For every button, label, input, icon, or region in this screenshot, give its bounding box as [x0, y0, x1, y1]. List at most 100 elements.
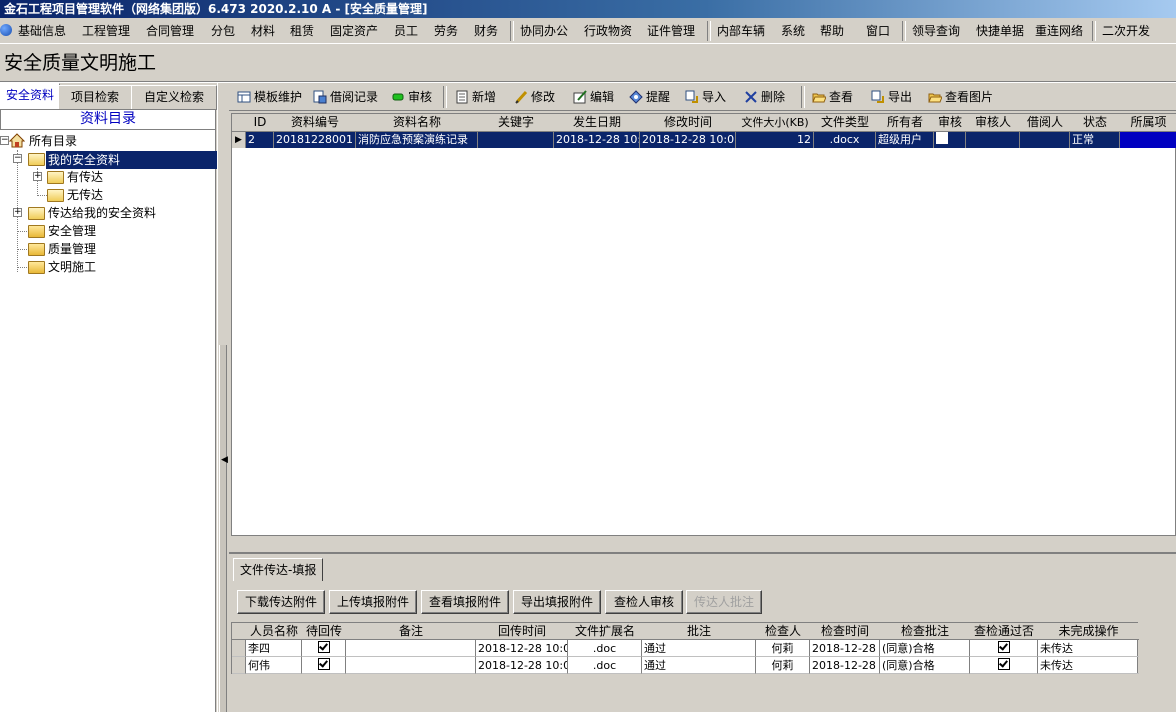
column-header[interactable]: 关键字 [478, 114, 555, 132]
tree-node-quality-mgmt[interactable]: 质量管理 [48, 240, 96, 258]
column-header[interactable]: 状态 [1070, 114, 1121, 132]
remind-button[interactable]: 提醒 [629, 87, 670, 107]
cell-code[interactable]: 20181228001 [274, 132, 356, 148]
add-button[interactable]: 新增 [455, 87, 496, 107]
column-header[interactable]: 检查时间 [810, 623, 881, 640]
menu-labor[interactable]: 劳务 [434, 18, 458, 44]
menu-admin-supplies[interactable]: 行政物资 [584, 18, 632, 44]
cell-check-time[interactable]: 2018-12-28 [810, 657, 880, 674]
export-button[interactable]: 导出 [871, 87, 912, 107]
cell-auditor[interactable] [966, 132, 1020, 148]
cell-date[interactable]: 2018-12-28 10: [554, 132, 640, 148]
cell-checker[interactable]: 何莉 [756, 657, 810, 674]
cell-status[interactable]: 正常 [1070, 132, 1120, 148]
menu-basic-info[interactable]: 基础信息 [18, 18, 66, 44]
cell-return-time[interactable]: 2018-12-28 10:0 [476, 640, 568, 657]
tree-node-forwarded[interactable]: 有传达 [67, 168, 103, 186]
pending-checkbox[interactable] [317, 641, 330, 653]
view-report-button[interactable]: 查看填报附件 [421, 590, 509, 614]
tree-node-all[interactable]: 所有目录 [29, 132, 77, 150]
cell-borrower[interactable] [1020, 132, 1070, 148]
tree-node-forwarded-to-me[interactable]: 传达给我的安全资料 [48, 204, 156, 222]
template-maintain-button[interactable]: 模板维护 [237, 87, 302, 107]
column-header[interactable]: 备注 [346, 623, 477, 640]
import-button[interactable]: 导入 [685, 87, 726, 107]
passed-checkbox[interactable] [997, 658, 1010, 670]
cell-person[interactable]: 李四 [246, 640, 302, 657]
column-header[interactable]: 审核人 [966, 114, 1021, 132]
cell-pending[interactable] [302, 640, 346, 657]
splitter-handle[interactable] [219, 345, 227, 712]
menu-fixed-assets[interactable]: 固定资产 [330, 18, 378, 44]
view-images-button[interactable]: 查看图片 [928, 87, 993, 107]
cell-ext[interactable]: .doc [568, 657, 642, 674]
collapse-arrow-icon[interactable]: ◀ [221, 455, 228, 465]
column-header[interactable]: 文件大小(KB) [736, 114, 815, 132]
cell-size[interactable]: 12 [736, 132, 814, 148]
cell-note[interactable] [346, 640, 476, 657]
column-header[interactable]: 检查批注 [880, 623, 971, 640]
audit-checkbox[interactable] [936, 132, 948, 144]
cell-keyword[interactable] [478, 132, 554, 148]
column-header[interactable]: 人员名称 [246, 623, 303, 640]
menu-material[interactable]: 材料 [251, 18, 275, 44]
tab-project-search[interactable]: 项目检索 [58, 85, 132, 110]
menu-system[interactable]: 系统 [781, 18, 805, 44]
cell-ext[interactable]: .doc [568, 640, 642, 657]
tab-safety-docs[interactable]: 安全资料 [0, 83, 60, 110]
cell-note[interactable] [346, 657, 476, 674]
column-header[interactable]: 资料名称 [356, 114, 479, 132]
download-attachment-button[interactable]: 下载传达附件 [237, 590, 325, 614]
cell-owner[interactable]: 超级用户 [876, 132, 934, 148]
export-report-button[interactable]: 导出填报附件 [513, 590, 601, 614]
tree-expander[interactable]: − [0, 136, 9, 145]
tree-expander[interactable]: − [13, 154, 22, 163]
menu-office[interactable]: 协同办公 [520, 18, 568, 44]
cell-project[interactable] [1120, 132, 1176, 148]
tree-node-civilized-construction[interactable]: 文明施工 [48, 258, 96, 276]
modify-button[interactable]: 修改 [514, 87, 555, 107]
cell-check-note[interactable]: (同意)合格 [880, 640, 970, 657]
cell-audit[interactable] [934, 132, 966, 148]
column-header[interactable]: 所属项 [1120, 114, 1176, 132]
grid-horizontal-scrollbar[interactable] [231, 535, 1176, 551]
edit-button[interactable]: 编辑 [573, 87, 614, 107]
cell-check-time[interactable]: 2018-12-28 [810, 640, 880, 657]
menu-quick-docs[interactable]: 快捷单据 [976, 18, 1024, 44]
cell-check-note[interactable]: (同意)合格 [880, 657, 970, 674]
cell-type[interactable]: .docx [814, 132, 876, 148]
column-header[interactable]: 批注 [642, 623, 757, 640]
menu-vehicles[interactable]: 内部车辆 [717, 18, 765, 44]
view-button[interactable]: 查看 [812, 87, 853, 107]
column-header[interactable]: 文件类型 [814, 114, 877, 132]
tab-custom-search[interactable]: 自定义检索 [131, 85, 217, 110]
column-header[interactable]: 审核 [934, 114, 967, 132]
checker-audit-button[interactable]: 查检人审核 [605, 590, 683, 614]
cell-return-time[interactable]: 2018-12-28 10:0 [476, 657, 568, 674]
menu-finance[interactable]: 财务 [474, 18, 498, 44]
cell-remark[interactable]: 通过 [642, 640, 756, 657]
cell-todo[interactable]: 未传达 [1038, 657, 1139, 674]
column-header[interactable]: 查检通过否 [970, 623, 1039, 640]
tree-expander[interactable]: + [13, 208, 22, 217]
cell-remark[interactable]: 通过 [642, 657, 756, 674]
column-header[interactable]: 发生日期 [554, 114, 641, 132]
cell-modified[interactable]: 2018-12-28 10:0 [640, 132, 736, 148]
column-header[interactable]: 检查人 [756, 623, 811, 640]
cell-name[interactable]: 消防应急预案演练记录 [356, 132, 478, 148]
cell-pending[interactable] [302, 657, 346, 674]
menu-subcontract[interactable]: 分包 [211, 18, 235, 44]
tree-node-my-safety-docs[interactable]: 我的安全资料 [46, 151, 217, 169]
cell-todo[interactable]: 未传达 [1038, 640, 1139, 657]
cell-passed[interactable] [970, 657, 1038, 674]
column-header[interactable]: 修改时间 [640, 114, 737, 132]
menu-certificates[interactable]: 证件管理 [647, 18, 695, 44]
column-header[interactable]: 待回传 [302, 623, 347, 640]
column-header[interactable]: 资料编号 [274, 114, 357, 132]
menu-reconnect[interactable]: 重连网络 [1035, 18, 1083, 44]
cell-person[interactable]: 何伟 [246, 657, 302, 674]
menu-project[interactable]: 工程管理 [82, 18, 130, 44]
menu-window[interactable]: 窗口 [866, 18, 890, 44]
menu-leader-query[interactable]: 领导查询 [912, 18, 960, 44]
tab-file-forward-report[interactable]: 文件传达-填报 [233, 558, 324, 581]
